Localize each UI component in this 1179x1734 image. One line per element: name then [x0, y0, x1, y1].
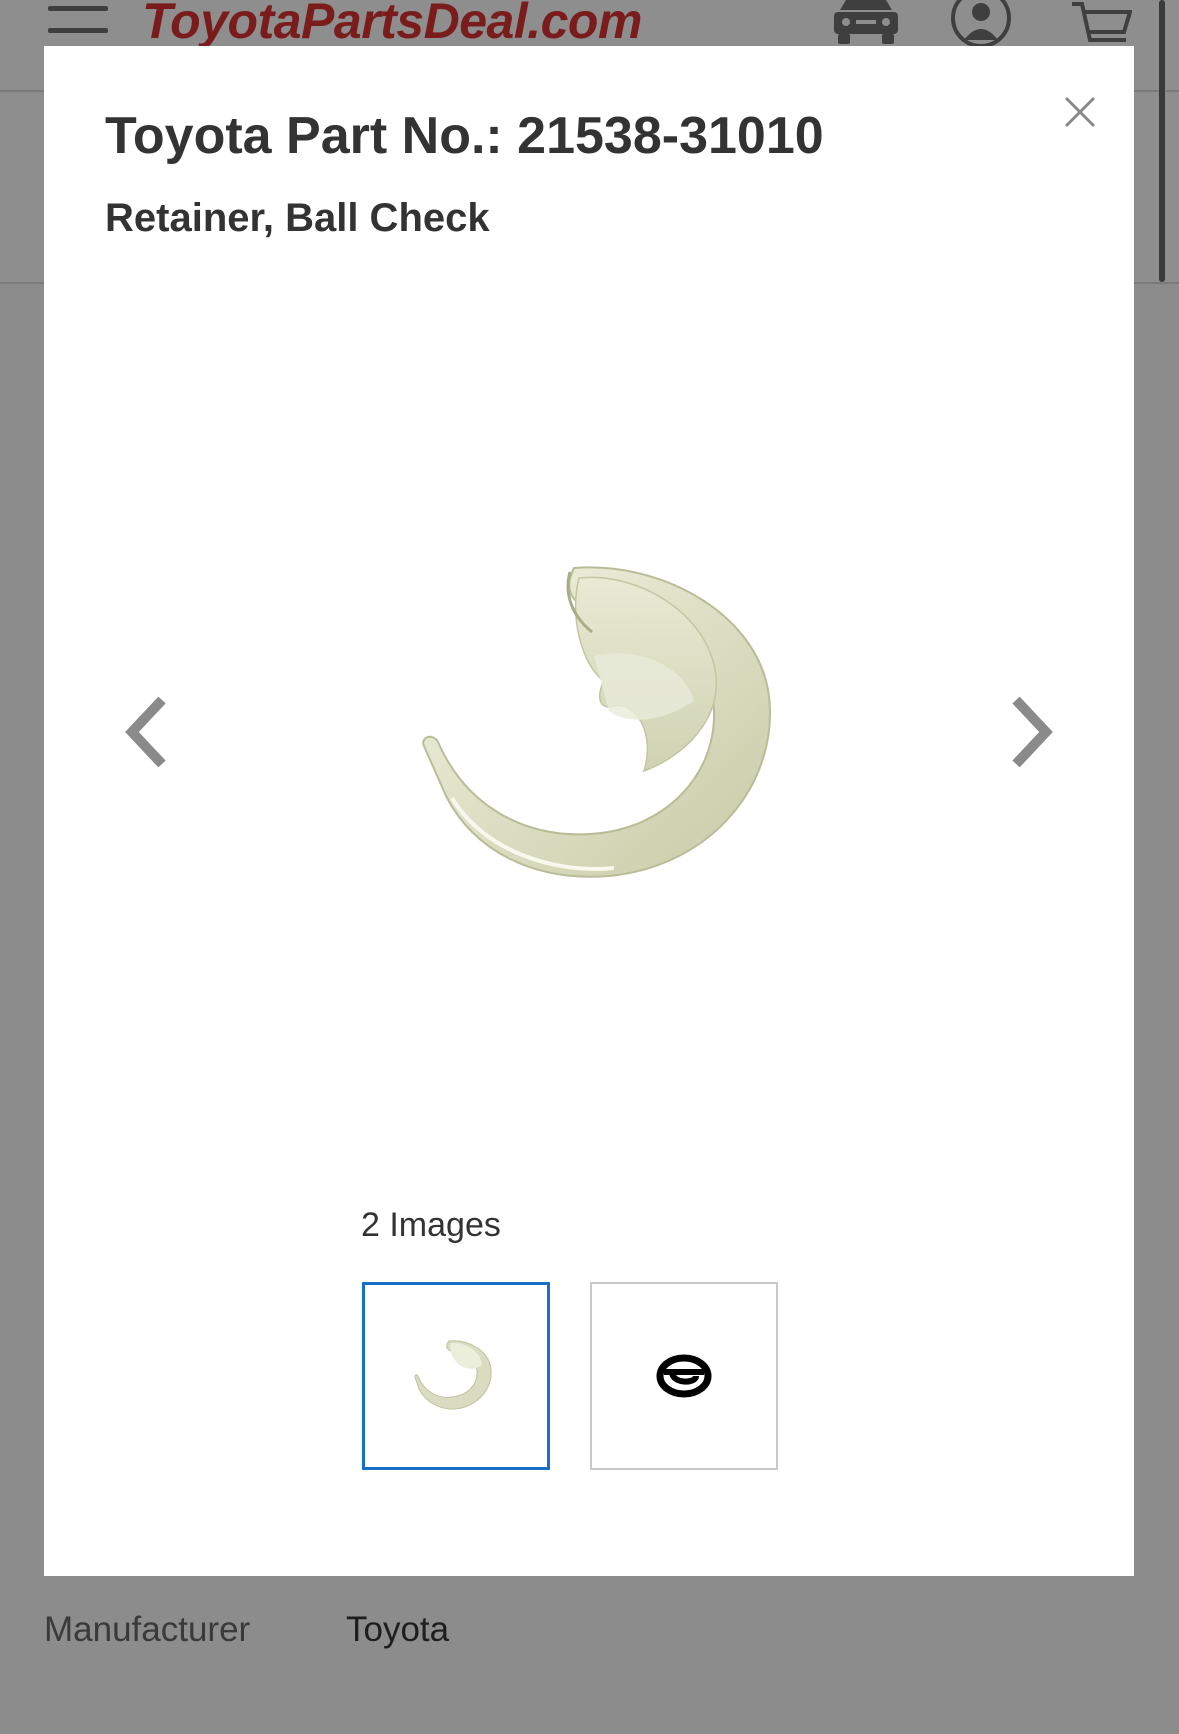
diagram-symbol-icon	[656, 1354, 712, 1398]
cart-icon[interactable]	[1070, 0, 1132, 46]
image-count: 2 Images	[361, 1206, 501, 1244]
thumbnail-2[interactable]	[590, 1282, 778, 1470]
attribute-row-manufacturer: Manufacturer Toyota	[44, 1610, 1144, 1660]
image-viewer-modal: Toyota Part No.: 21538-31010 Retainer, B…	[44, 46, 1134, 1576]
scrollbar[interactable]	[1159, 0, 1165, 282]
menu-icon[interactable]	[48, 0, 108, 40]
thumbnail-1[interactable]	[362, 1282, 550, 1470]
chevron-right-icon[interactable]	[994, 682, 1064, 782]
part-name-subtitle: Retainer, Ball Check	[105, 196, 490, 240]
attribute-value: Toyota	[346, 1610, 450, 1649]
part-number-title: Toyota Part No.: 21538-31010	[105, 107, 824, 165]
site-logo[interactable]: ToyotaPartsDeal.com	[142, 0, 642, 50]
attribute-label: Manufacturer	[44, 1610, 251, 1649]
retainer-thumbnail-icon	[414, 1340, 492, 1410]
product-image	[422, 566, 771, 878]
chevron-left-icon[interactable]	[114, 682, 184, 782]
close-icon[interactable]	[1050, 82, 1110, 142]
account-icon[interactable]	[950, 0, 1012, 46]
vehicle-icon[interactable]	[832, 0, 900, 46]
